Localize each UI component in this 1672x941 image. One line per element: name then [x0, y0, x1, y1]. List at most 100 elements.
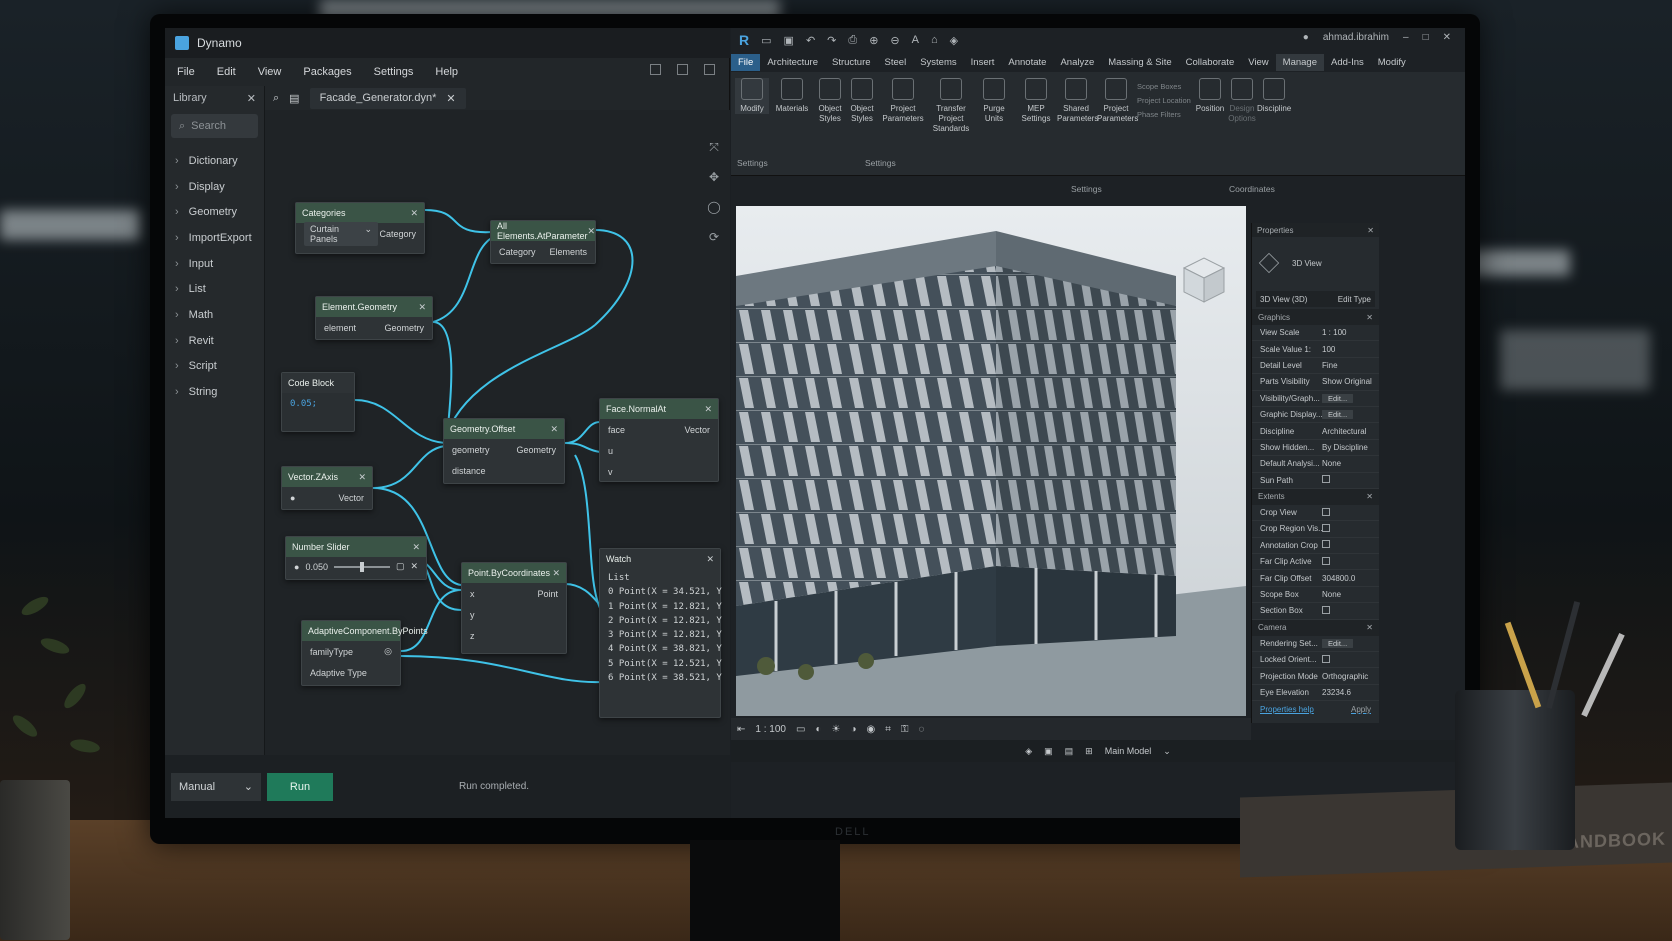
close-icon[interactable]: ✕ [1367, 226, 1374, 235]
object-styles-button[interactable]: Object Styles [813, 78, 847, 124]
visual-style-icon[interactable]: ◐ [815, 724, 821, 735]
checkbox[interactable] [1322, 556, 1330, 565]
menu-help[interactable]: Help [435, 66, 458, 78]
tab-manage[interactable]: Manage [1275, 53, 1324, 71]
property-value[interactable]: Edit... [1322, 393, 1379, 403]
property-value[interactable]: 1 : 100 [1322, 328, 1379, 337]
library-item-geometry[interactable]: › Geometry [165, 199, 264, 225]
redo-icon[interactable]: ↷ [827, 34, 836, 47]
text-icon[interactable]: A [912, 34, 919, 46]
checkbox[interactable] [1322, 605, 1330, 614]
edit-button[interactable]: Edit... [1322, 393, 1354, 403]
hide-icon[interactable]: ◌ [919, 724, 925, 735]
property-row[interactable]: Parts Visibility Show Original [1252, 374, 1379, 391]
close-icon[interactable]: ✕ [418, 302, 426, 313]
edit-button[interactable]: Edit... [1322, 410, 1354, 420]
node-code-block[interactable]: Code Block 0.05; [281, 372, 355, 432]
close-icon[interactable]: ✕ [550, 424, 558, 435]
property-value[interactable] [1322, 654, 1379, 665]
view-scale[interactable]: 1 : 100 [755, 724, 786, 735]
collapse-icon[interactable]: ⇤ [737, 724, 745, 735]
slider-track[interactable] [333, 561, 390, 572]
property-value[interactable]: Edit... [1322, 638, 1379, 648]
node-face-normal[interactable]: Face.NormalAt ✕ face Vector u v [599, 398, 719, 482]
node-adaptive-component[interactable]: AdaptiveComponent.ByPoints familyType ◎ A… [301, 620, 428, 686]
maximize-icon[interactable]: □ [1423, 32, 1429, 43]
checkbox[interactable] [1322, 507, 1330, 516]
pan-icon[interactable]: ✥ [706, 170, 722, 186]
property-value[interactable]: 100 [1322, 345, 1379, 354]
slider-thumb[interactable] [359, 561, 364, 572]
property-row[interactable]: Sun Path [1252, 473, 1379, 489]
tab-annotate[interactable]: Annotate [1001, 54, 1053, 71]
shadows-icon[interactable]: ◑ [850, 724, 856, 735]
phase-filters-button[interactable]: Phase Filters [1137, 108, 1191, 122]
menu-packages[interactable]: Packages [303, 66, 351, 78]
property-row[interactable]: Show Hidden... By Discipline [1252, 440, 1379, 457]
orbit-icon[interactable]: ⟳ [706, 230, 722, 246]
save-icon[interactable]: ▣ [784, 34, 794, 47]
category-dropdown[interactable]: Curtain Panels ⌄ [304, 221, 378, 246]
design-option-icon[interactable]: ▣ [1044, 746, 1053, 757]
maximize-icon[interactable] [677, 64, 688, 75]
checkbox[interactable] [1322, 540, 1330, 549]
tab-view[interactable]: View [1241, 54, 1275, 71]
node-categories[interactable]: Categories ✕ Curtain Panels ⌄ Category [295, 202, 425, 254]
graph-canvas[interactable]: Categories ✕ Curtain Panels ⌄ Category All… [265, 110, 730, 755]
tab-add-ins[interactable]: Add-Ins [1324, 54, 1371, 71]
measure-icon[interactable]: ⊕ [869, 34, 878, 47]
active-model[interactable]: Main Model [1105, 746, 1152, 756]
home-icon[interactable]: ▤ [289, 92, 299, 105]
node-point-by-coordinates[interactable]: Point.ByCoordinates ✕ x Point y z [461, 562, 567, 654]
filter-icon[interactable]: ▤ [1065, 746, 1074, 757]
property-row[interactable]: Visibility/Graph... Edit... [1252, 391, 1379, 407]
library-item-script[interactable]: › Script [165, 354, 264, 380]
property-value[interactable] [1322, 540, 1379, 550]
tab-collaborate[interactable]: Collaborate [1179, 54, 1242, 71]
checkbox[interactable] [1322, 654, 1330, 663]
property-row[interactable]: Far Clip Offset 304800.0 [1252, 570, 1379, 587]
close-icon[interactable]: ✕ [446, 92, 455, 105]
dimension-icon[interactable]: ⊖ [890, 34, 899, 47]
tab-facade-generator[interactable]: Facade_Generator.dyn* ✕ [309, 87, 466, 109]
close-icon[interactable]: ✕ [588, 226, 596, 237]
property-value[interactable]: Fine [1322, 361, 1379, 370]
crop-icon[interactable]: ⌗ [885, 724, 891, 735]
project-parameters-button[interactable]: Project Parameters [881, 78, 925, 124]
node-vector-zaxis[interactable]: Vector.ZAxis ✕ ● Vector [281, 466, 373, 510]
tab-steel[interactable]: Steel [878, 54, 914, 71]
property-value[interactable] [1322, 605, 1379, 616]
checkbox[interactable] [1322, 475, 1330, 484]
zoom-icon[interactable]: ◯ [706, 200, 722, 216]
property-value[interactable]: Architectural [1322, 427, 1379, 436]
3d-view-icon[interactable]: ⌂ [931, 34, 938, 46]
property-row[interactable]: View Scale 1 : 100 [1252, 325, 1379, 342]
property-row[interactable]: Crop Region Vis... [1252, 521, 1379, 538]
property-row[interactable]: Default Analysi... None [1252, 456, 1379, 473]
transfer-standards-button[interactable]: Transfer Project Standards [929, 78, 973, 134]
mep-settings-button[interactable]: MEP Settings [1019, 78, 1053, 124]
section-graphics[interactable]: Graphics ✕ [1252, 309, 1379, 325]
property-value[interactable]: Show Original [1322, 377, 1379, 386]
project-parameters-button-2[interactable]: Project Parameters [1097, 78, 1138, 124]
property-value[interactable]: None [1322, 459, 1379, 468]
search-icon[interactable]: ⌕ [273, 92, 279, 105]
type-selector[interactable]: 3D View [1252, 237, 1379, 289]
edit-type-button[interactable]: Edit Type [1338, 295, 1371, 304]
property-value[interactable]: 304800.0 [1322, 574, 1379, 583]
close-icon[interactable]: ✕ [410, 561, 418, 572]
tab-modify[interactable]: Modify [1371, 54, 1413, 71]
node-geometry-offset[interactable]: Geometry.Offset ✕ geometry Geometry distan… [443, 418, 565, 484]
discipline-button[interactable]: Discipline [1257, 78, 1291, 114]
property-row[interactable]: Far Clip Active [1252, 554, 1379, 571]
property-row[interactable]: Detail Level Fine [1252, 358, 1379, 375]
modify-button[interactable]: Modify [735, 78, 769, 114]
property-row[interactable]: Scale Value 1: 100 [1252, 341, 1379, 358]
position-button[interactable]: Position [1193, 78, 1227, 114]
detail-level-icon[interactable]: ▭ [796, 724, 805, 735]
restore-icon[interactable] [704, 64, 715, 75]
library-search-input[interactable]: ⌕ Search [171, 114, 258, 138]
tab-analyze[interactable]: Analyze [1053, 54, 1101, 71]
node-element-geometry[interactable]: Element.Geometry ✕ element Geometry [315, 296, 433, 340]
design-options-button[interactable]: Design Options [1225, 78, 1259, 124]
